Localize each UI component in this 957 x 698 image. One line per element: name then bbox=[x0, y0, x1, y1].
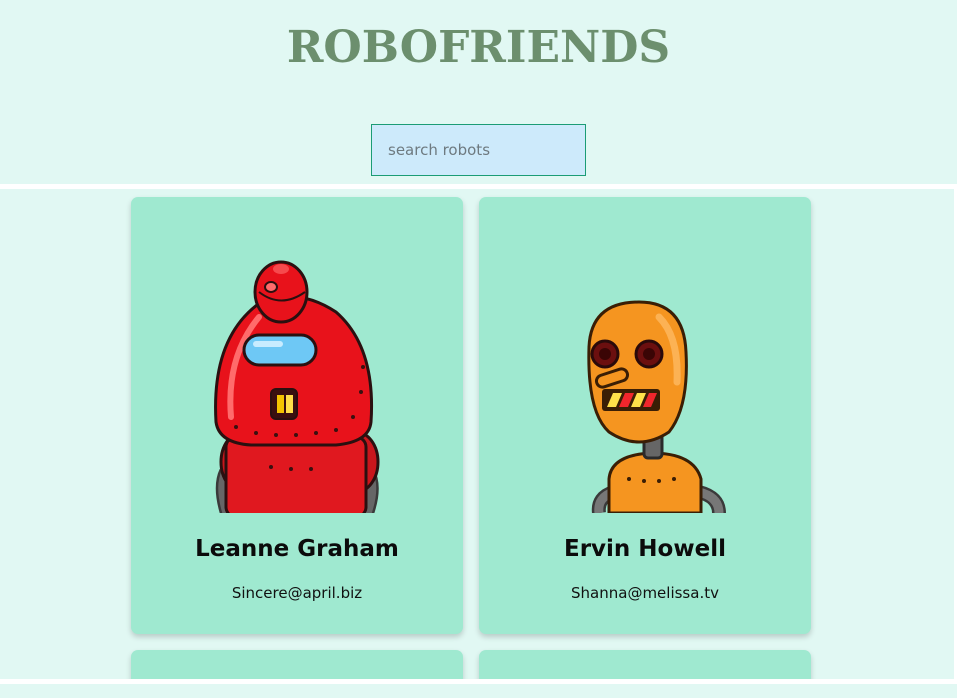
robot-name: Leanne Graham bbox=[195, 536, 399, 562]
app-title: ROBOFRIENDS bbox=[286, 22, 671, 73]
robot-email: Shanna@melissa.tv bbox=[571, 584, 719, 602]
robot-card[interactable]: Ervin Howell Shanna@melissa.tv bbox=[479, 197, 811, 634]
robot-card[interactable] bbox=[479, 650, 811, 679]
orange-robot-icon bbox=[587, 300, 726, 513]
robot-card[interactable] bbox=[131, 650, 463, 679]
header: ROBOFRIENDS bbox=[0, 0, 957, 184]
search-input[interactable] bbox=[371, 124, 586, 176]
red-robot-icon bbox=[214, 260, 380, 513]
card-list[interactable]: Leanne Graham Sincere@april.biz Ervin Ho… bbox=[0, 189, 954, 679]
robot-email: Sincere@april.biz bbox=[231, 584, 363, 602]
footer-strip bbox=[0, 684, 957, 698]
robot-card[interactable]: Leanne Graham Sincere@april.biz bbox=[131, 197, 463, 634]
robot-name: Ervin Howell bbox=[564, 536, 726, 562]
